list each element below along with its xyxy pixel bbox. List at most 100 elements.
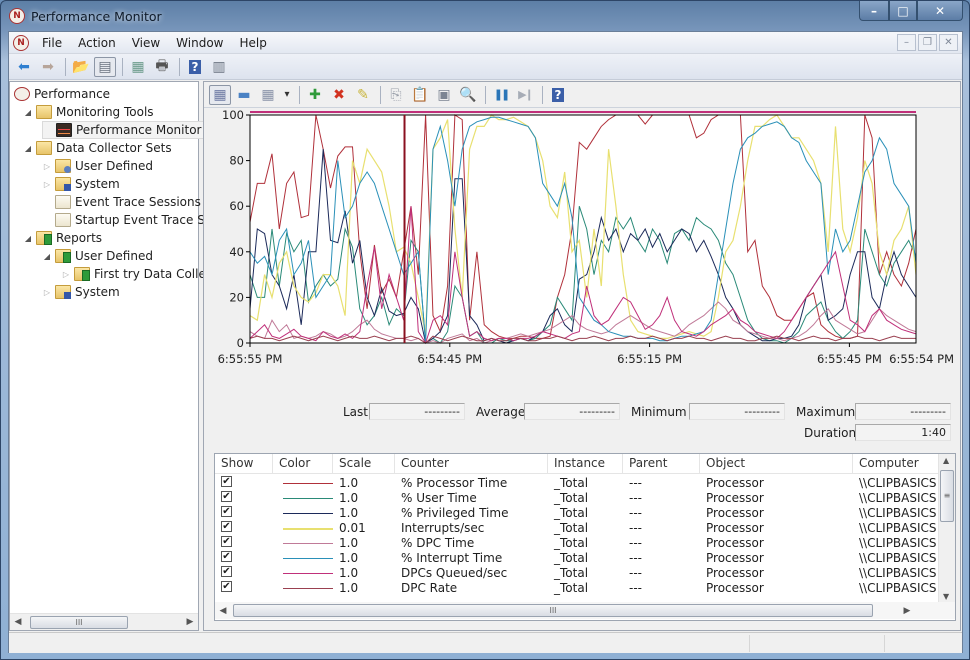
legend-horizontal-scrollbar[interactable]: ◀ III ▶ — [215, 602, 955, 619]
legend-scroll-right-arrow-icon[interactable]: ▶ — [899, 606, 915, 616]
legend-scroll-left-arrow-icon[interactable]: ◀ — [215, 606, 231, 616]
zoom-button[interactable]: 🔍 — [457, 85, 479, 105]
column-instance[interactable]: Instance — [548, 454, 623, 474]
mdi-close-button[interactable]: ✕ — [939, 34, 958, 51]
column-parent[interactable]: Parent — [623, 454, 700, 474]
tree-item-startup-event-trace-ses[interactable]: Startup Event Trace Ses — [42, 211, 220, 229]
show-checkbox[interactable]: ✔ — [221, 476, 232, 487]
show-checkbox[interactable]: ✔ — [221, 521, 232, 532]
expanded-arrow-icon[interactable]: ◢ — [23, 108, 33, 117]
tree-item-first-try-data-collec[interactable]: ▷ First try Data Collec — [61, 265, 214, 283]
collapsed-arrow-icon[interactable]: ▷ — [61, 270, 71, 279]
menu-help[interactable]: Help — [237, 34, 270, 52]
tree-item-system[interactable]: ▷ System — [42, 175, 122, 193]
legend-row[interactable]: ✔ 1.0 DPCs Queued/sec _Total --- Processor \\C… — [215, 566, 939, 581]
expanded-arrow-icon[interactable]: ◢ — [23, 144, 33, 153]
forward-icon: ➡ — [42, 58, 54, 75]
view-log-data-button[interactable]: ▬ — [233, 85, 255, 105]
properties-button[interactable]: ▣ — [433, 85, 455, 105]
legend-row[interactable]: ✔ 1.0 % Processor Time _Total --- Processor \\… — [215, 476, 939, 491]
instance-cell: _Total — [554, 506, 589, 520]
show-checkbox[interactable]: ✔ — [221, 506, 232, 517]
legend-vscroll-thumb[interactable]: ≡ — [940, 470, 954, 522]
show-checkbox[interactable]: ✔ — [221, 491, 232, 502]
highlight-button[interactable]: ✎ — [352, 85, 374, 105]
tree-item-data-collector-sets[interactable]: ◢ Data Collector Sets — [23, 139, 174, 157]
view-current-activity-button[interactable]: ▦ — [209, 84, 231, 105]
collapsed-arrow-icon[interactable]: ▷ — [42, 162, 52, 171]
legend-row[interactable]: ✔ 1.0 % Interrupt Time _Total --- Processor \\… — [215, 551, 939, 566]
show-hide-action-pane-button[interactable]: ▥ — [208, 57, 230, 77]
freeze-display-button[interactable]: ❚❚ — [490, 85, 512, 105]
copy-properties-button[interactable]: ⎘ — [385, 85, 407, 105]
expanded-arrow-icon[interactable]: ◢ — [23, 234, 33, 243]
show-hide-console-tree-button[interactable]: ▤ — [94, 56, 116, 77]
up-folder-button[interactable]: 📂 — [70, 57, 92, 77]
x-tick-label: 6:55:54 PM — [889, 352, 954, 366]
tree-item-performance[interactable]: Performance — [14, 85, 112, 103]
legend-row[interactable]: ✔ 1.0 % Privileged Time _Total --- Processor \… — [215, 506, 939, 521]
show-checkbox[interactable]: ✔ — [221, 581, 232, 592]
tree-item-performance-monitor[interactable]: Performance Monitor — [42, 121, 205, 139]
show-checkbox[interactable]: ✔ — [221, 536, 232, 547]
column-counter[interactable]: Counter — [395, 454, 548, 474]
tree-item-event-trace-sessions[interactable]: Event Trace Sessions — [42, 193, 203, 211]
menu-window[interactable]: Window — [173, 34, 226, 52]
scroll-down-arrow-icon[interactable]: ▼ — [943, 592, 949, 601]
tree-item-monitoring-tools[interactable]: ◢ Monitoring Tools — [23, 103, 156, 121]
scroll-right-arrow-icon[interactable]: ▶ — [182, 617, 198, 627]
mdi-minimize-button[interactable]: – — [897, 34, 916, 51]
graph-type-dropdown-icon: ▾ — [284, 89, 290, 100]
parent-cell: --- — [629, 476, 642, 490]
collapsed-arrow-icon[interactable]: ▷ — [42, 180, 52, 189]
menu-view[interactable]: View — [129, 34, 163, 52]
tree-item-system[interactable]: ▷ System — [42, 283, 122, 301]
tree-horizontal-scrollbar[interactable]: ◀ III ▶ — [10, 613, 198, 630]
color-cell — [273, 491, 333, 506]
title-bar[interactable]: N Performance Monitor – □ ✕ — [1, 1, 969, 31]
tree-item-label: System — [75, 177, 120, 191]
scroll-left-arrow-icon[interactable]: ◀ — [10, 617, 26, 627]
collapsed-arrow-icon[interactable]: ▷ — [42, 288, 52, 297]
help-button[interactable]: ? — [184, 57, 206, 77]
mdi-app-icon[interactable]: N — [13, 34, 29, 51]
perf-help-button[interactable]: ? — [547, 85, 569, 105]
column-computer[interactable]: Computer — [853, 454, 939, 474]
scroll-up-arrow-icon[interactable]: ▲ — [943, 456, 949, 465]
column-object[interactable]: Object — [700, 454, 853, 474]
menu-action[interactable]: Action — [75, 34, 119, 52]
change-graph-type-button[interactable]: ▦ — [257, 85, 279, 105]
forward-button[interactable]: ➡ — [37, 57, 59, 77]
show-checkbox[interactable]: ✔ — [221, 551, 232, 562]
legend-row[interactable]: ✔ 0.01 Interrupts/sec _Total --- Processor \\C… — [215, 521, 939, 536]
back-button[interactable]: ⬅ — [13, 57, 35, 77]
menu-file[interactable]: File — [39, 34, 65, 52]
graph-type-dropdown-button[interactable]: ▾ — [281, 85, 293, 105]
update-data-button[interactable]: ▶❙ — [514, 85, 536, 105]
add-counter-button[interactable]: ✚ — [304, 85, 326, 105]
export-list-button[interactable]: ▦ — [127, 57, 149, 77]
counter-cell: Interrupts/sec — [401, 521, 485, 535]
legend-row[interactable]: ✔ 1.0 % DPC Time _Total --- Processor \\CLIPBA… — [215, 536, 939, 551]
maximize-button[interactable]: □ — [889, 1, 917, 21]
legend-hscroll-thumb[interactable]: III — [233, 604, 873, 617]
paste-counter-list-button[interactable]: 📋 — [409, 85, 431, 105]
mdi-restore-button[interactable]: ❐ — [918, 34, 937, 51]
tree-item-user-defined[interactable]: ◢ User Defined — [42, 247, 155, 265]
column-scale[interactable]: Scale — [333, 454, 395, 474]
legend-vertical-scrollbar[interactable]: ▲ ≡ ▼ — [938, 454, 955, 603]
tree-item-user-defined[interactable]: ▷ User Defined — [42, 157, 155, 175]
show-checkbox[interactable]: ✔ — [221, 566, 232, 577]
delete-counter-button[interactable]: ✖ — [328, 85, 350, 105]
column-color[interactable]: Color — [273, 454, 333, 474]
legend-row[interactable]: ✔ 1.0 % User Time _Total --- Processor \\CLIPB… — [215, 491, 939, 506]
expanded-arrow-icon[interactable]: ◢ — [42, 252, 52, 261]
scale-cell: 1.0 — [339, 476, 359, 490]
legend-row[interactable]: ✔ 1.0 DPC Rate _Total --- Processor \\CLIPBASI… — [215, 581, 939, 596]
tree-item-reports[interactable]: ◢ Reports — [23, 229, 104, 247]
close-button[interactable]: ✕ — [917, 1, 963, 21]
tree-scroll-thumb[interactable]: III — [30, 615, 128, 629]
minimize-button[interactable]: – — [859, 1, 889, 21]
print-button[interactable]: 🖶 — [151, 57, 173, 77]
column-show[interactable]: Show — [215, 454, 273, 474]
